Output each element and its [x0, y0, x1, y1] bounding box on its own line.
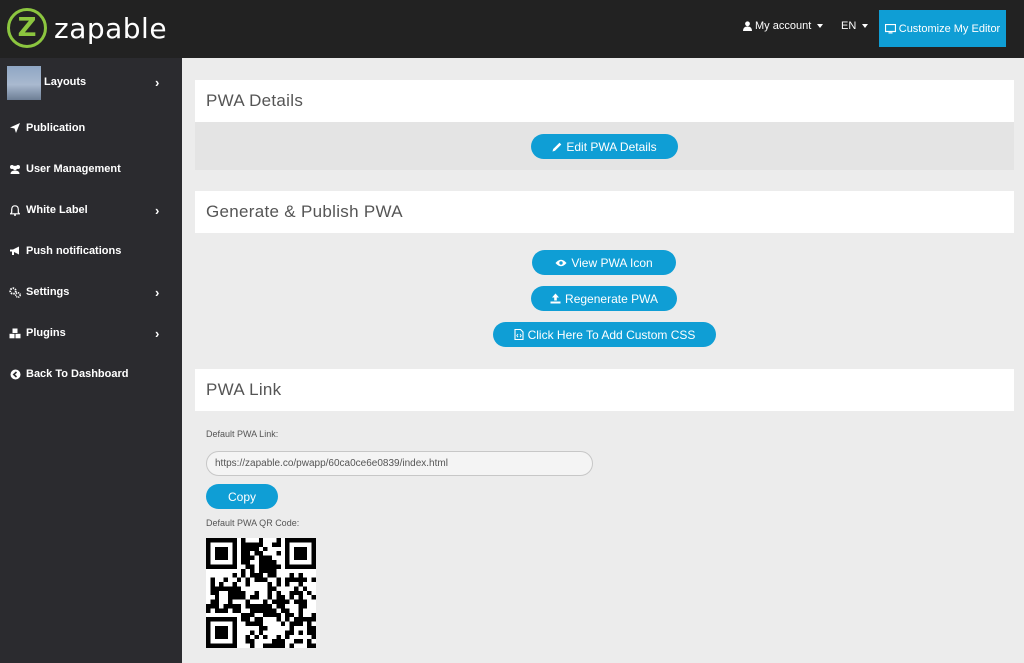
edit-pwa-details-label: Edit PWA Details [566, 139, 657, 154]
sidebar-item-label: Push notifications [26, 245, 122, 257]
pwa-link-field[interactable]: https://zapable.co/pwapp/60ca0ce6e0839/i… [206, 451, 593, 476]
view-pwa-icon-label: View PWA Icon [571, 255, 653, 270]
edit-pwa-details-button[interactable]: Edit PWA Details [531, 134, 678, 159]
my-account-label: My account [755, 20, 812, 32]
chevron-right-icon: › [155, 284, 160, 300]
arrow-circle-left-icon [8, 369, 22, 380]
logo-letter: Z [17, 13, 37, 43]
sidebar-item-label: User Management [26, 163, 121, 175]
bullhorn-icon [8, 246, 22, 256]
pwa-details-title: PWA Details [206, 91, 304, 110]
logo-text: zapable [54, 11, 168, 45]
sidebar-item-label: Settings [26, 286, 70, 298]
cubes-icon [8, 328, 22, 339]
copy-label: Copy [227, 489, 256, 504]
sidebar-item-user-management[interactable]: User Management [0, 154, 182, 184]
caret-down-icon [862, 24, 869, 28]
user-icon [743, 21, 752, 31]
pwa-details-header: PWA Details [195, 80, 1014, 122]
pwa-link-title: PWA Link [206, 380, 282, 399]
sidebar-item-back-to-dashboard[interactable]: Back To Dashboard [0, 359, 182, 389]
customize-editor-button[interactable]: Customize My Editor [879, 10, 1006, 47]
generate-publish-title: Generate & Publish PWA [206, 202, 403, 221]
regenerate-pwa-label: Regenerate PWA [565, 291, 658, 306]
customize-editor-label: Customize My Editor [898, 22, 1001, 35]
pencil-icon [552, 142, 562, 151]
chevron-right-icon: › [155, 202, 160, 218]
sidebar-item-label: Publication [26, 122, 86, 134]
qr-code [206, 538, 316, 648]
view-pwa-icon-button[interactable]: View PWA Icon [532, 250, 676, 275]
copy-button[interactable]: Copy [206, 484, 278, 509]
sidebar-item-label: White Label [26, 204, 88, 216]
my-account-dropdown[interactable]: My account [743, 20, 824, 32]
caret-down-icon [817, 24, 824, 28]
sidebar-item-label: Back To Dashboard [26, 368, 129, 380]
default-pwa-qr-label: Default PWA QR Code: [206, 518, 300, 528]
generate-publish-header: Generate & Publish PWA [195, 191, 1014, 233]
cogs-icon [8, 286, 22, 298]
file-code-icon [514, 329, 524, 340]
sidebar-item-publication[interactable]: Publication [0, 113, 182, 143]
sidebar-item-layouts[interactable]: Layouts › [0, 67, 182, 97]
sidebar: Layouts › Publication User Management Wh… [0, 58, 182, 663]
add-custom-css-label: Click Here To Add Custom CSS [527, 327, 696, 342]
logo-mark-icon: Z [7, 8, 47, 48]
paper-plane-icon [8, 123, 22, 133]
sidebar-item-white-label[interactable]: White Label › [0, 195, 182, 225]
regenerate-pwa-button[interactable]: Regenerate PWA [531, 286, 677, 311]
sidebar-item-label: Plugins [26, 327, 66, 339]
sidebar-item-plugins[interactable]: Plugins › [0, 318, 182, 348]
pwa-link-value: https://zapable.co/pwapp/60ca0ce6e0839/i… [215, 458, 448, 469]
sidebar-item-push-notifications[interactable]: Push notifications [0, 236, 182, 266]
eye-icon [555, 259, 567, 266]
add-custom-css-button[interactable]: Click Here To Add Custom CSS [493, 322, 716, 347]
language-dropdown[interactable]: EN [841, 20, 869, 32]
default-pwa-link-label: Default PWA Link: [206, 429, 279, 439]
sidebar-item-settings[interactable]: Settings › [0, 277, 182, 307]
monitor-icon [884, 23, 896, 33]
bell-icon [8, 204, 22, 216]
chevron-right-icon: › [155, 74, 160, 90]
pwa-link-header: PWA Link [195, 369, 1014, 411]
language-label: EN [841, 20, 857, 32]
sidebar-item-label: Layouts [44, 76, 87, 88]
top-bar: Z zapable My account EN Customize My Edi… [0, 0, 1024, 58]
zapable-logo[interactable]: Z zapable [7, 8, 167, 48]
chevron-right-icon: › [155, 325, 160, 341]
upload-icon [550, 293, 561, 304]
users-icon [8, 164, 22, 174]
